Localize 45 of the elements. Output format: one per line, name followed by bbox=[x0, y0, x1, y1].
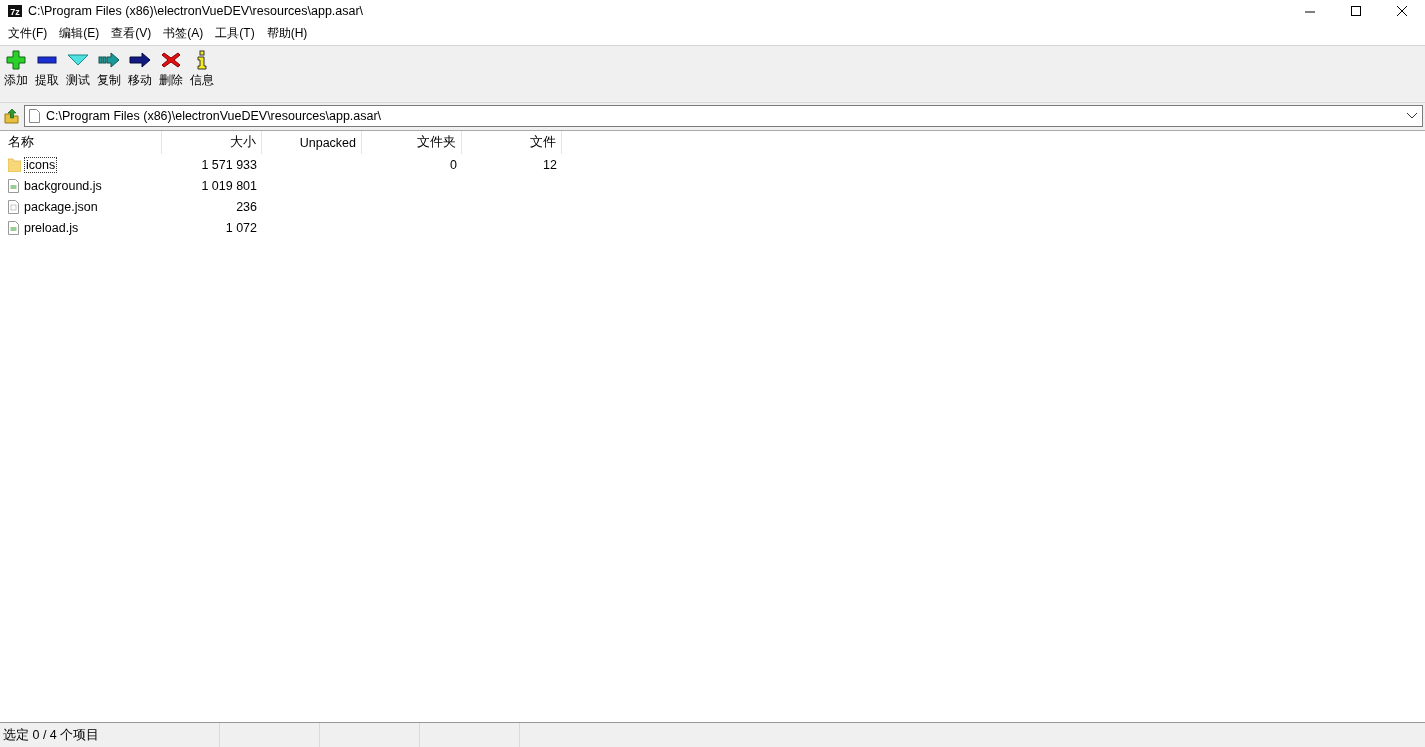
toolbar-button[interactable]: 移动 bbox=[126, 50, 154, 89]
table-cell-text: 12 bbox=[542, 157, 558, 172]
file-name[interactable]: icons bbox=[25, 157, 57, 172]
maximize-icon bbox=[1350, 5, 1362, 17]
address-field[interactable]: C:\Program Files (x86)\electronVueDEV\resources\app.asar\ bbox=[24, 105, 1423, 127]
table-cell-text: 1 072 bbox=[224, 220, 258, 235]
file-icon bbox=[8, 178, 19, 193]
file-icon bbox=[8, 220, 19, 235]
folder-up-icon[interactable] bbox=[4, 108, 20, 124]
toolbar-button[interactable]: 添加 bbox=[2, 50, 30, 89]
file-name[interactable]: background.js bbox=[23, 178, 103, 193]
plus-icon bbox=[5, 50, 27, 70]
close-icon bbox=[1396, 5, 1408, 17]
file-name[interactable]: package.json bbox=[23, 199, 99, 214]
menu-item[interactable]: 工具(T) bbox=[209, 23, 261, 44]
menu-item[interactable]: 查看(V) bbox=[105, 23, 158, 44]
toolbar-button[interactable]: 测试 bbox=[64, 50, 92, 89]
table-cell-text: 0 bbox=[449, 157, 458, 172]
folder-icon bbox=[8, 157, 21, 172]
column-header[interactable]: 名称 bbox=[0, 131, 162, 154]
column-header[interactable]: 大小 bbox=[162, 131, 262, 154]
table-cell-text: 236 bbox=[235, 199, 258, 214]
status-text: 选定 0 / 4 个项目 bbox=[3, 726, 100, 744]
file-icon bbox=[29, 109, 40, 123]
app-icon: 7z bbox=[8, 5, 22, 17]
toolbar-button[interactable]: 提取 bbox=[33, 50, 61, 89]
file-name[interactable]: preload.js bbox=[23, 220, 80, 235]
table-cell-text: 1 019 801 bbox=[200, 178, 258, 193]
column-header[interactable]: 文件夹 bbox=[362, 131, 462, 154]
dropdown-caret-icon[interactable] bbox=[1406, 112, 1418, 120]
table-cell-text: 1 571 933 bbox=[200, 157, 258, 172]
file-icon bbox=[8, 199, 19, 214]
menu-item[interactable]: 文件(F) bbox=[2, 23, 54, 44]
column-header[interactable]: 文件 bbox=[462, 131, 562, 154]
delete-icon bbox=[160, 50, 182, 70]
column-header[interactable]: Unpacked bbox=[262, 131, 362, 154]
menu-item[interactable]: 编辑(E) bbox=[53, 23, 106, 44]
menu-item[interactable]: 帮助(H) bbox=[260, 23, 314, 44]
arrow-right-icon bbox=[98, 50, 120, 70]
toolbar-button[interactable]: 删除 bbox=[157, 50, 185, 89]
window-title: C:\Program Files (x86)\electronVueDEV\resources\app.asar\ bbox=[28, 4, 365, 18]
toolbar-button[interactable]: 信息 bbox=[188, 50, 216, 89]
arrow-right-icon bbox=[129, 50, 151, 70]
menu-item[interactable]: 书签(A) bbox=[157, 23, 210, 44]
toolbar-button[interactable]: 复制 bbox=[95, 50, 123, 89]
